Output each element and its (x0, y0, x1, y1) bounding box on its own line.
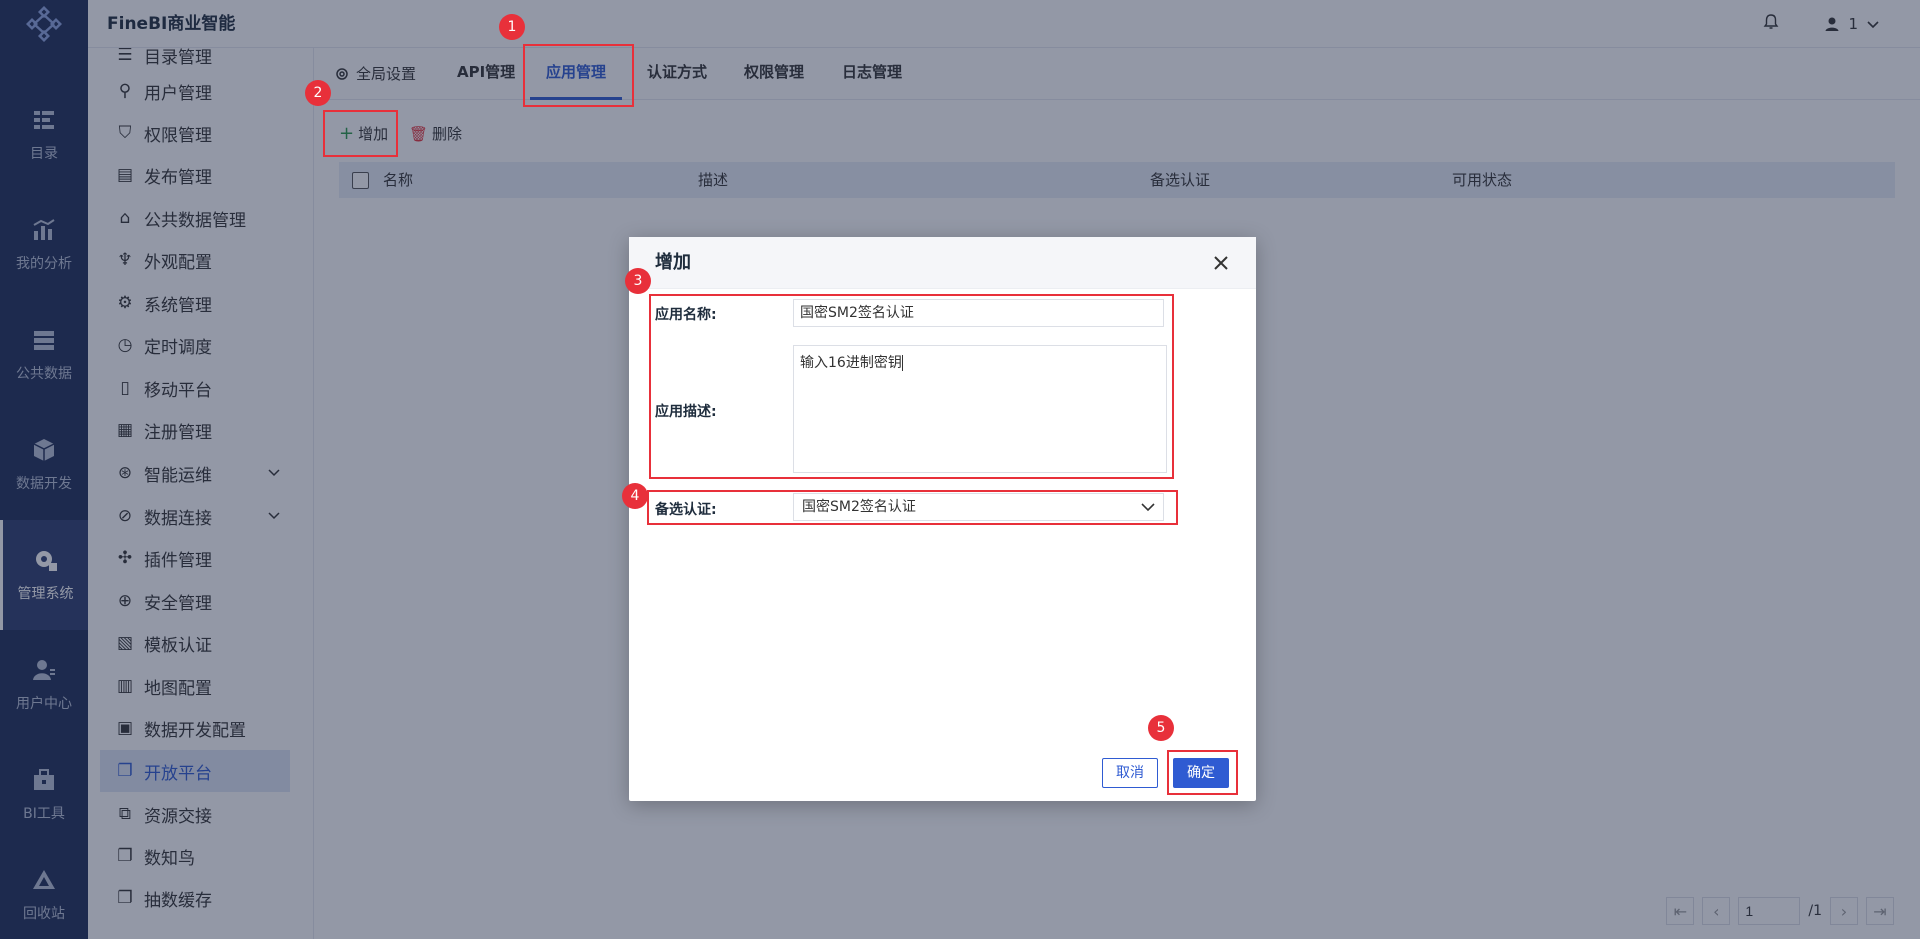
annotation-box-2 (323, 110, 398, 157)
annotation-box-3 (649, 294, 1174, 479)
dialog-header: 增加 (629, 237, 1256, 289)
close-icon[interactable] (1212, 254, 1230, 272)
annotation-box-1 (523, 44, 634, 107)
dialog-title: 增加 (655, 252, 691, 273)
annotation-badge-3: 3 (625, 268, 651, 294)
annotation-badge-2: 2 (305, 80, 331, 106)
cancel-button[interactable]: 取消 (1102, 758, 1158, 788)
annotation-badge-4: 4 (622, 483, 648, 509)
annotation-box-5 (1167, 750, 1238, 795)
annotation-badge-5: 5 (1148, 715, 1174, 741)
annotation-badge-1: 1 (499, 14, 525, 40)
annotation-box-4 (647, 490, 1178, 525)
